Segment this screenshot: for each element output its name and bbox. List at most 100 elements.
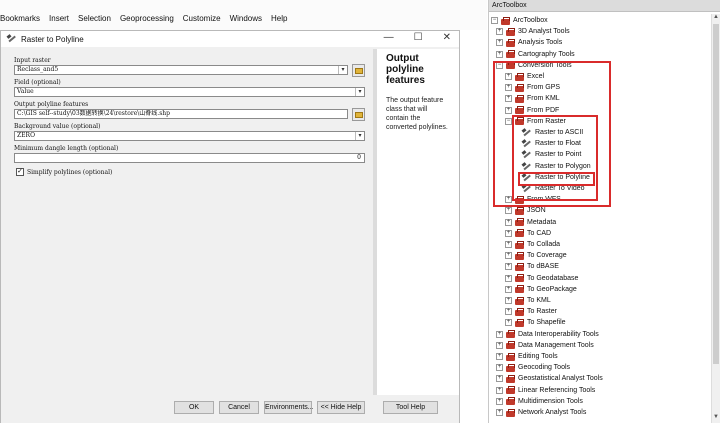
expand-icon[interactable]: + [505,229,512,237]
menu-bookmarks[interactable]: Bookmarks [0,14,40,23]
tree-item-to-cad[interactable]: + To CAD [505,228,551,239]
tree-item-to-kml[interactable]: + To KML [505,295,551,306]
tree-item-linear-referencing-tools[interactable]: + Linear Referencing Tools [496,385,595,396]
expand-icon[interactable]: + [505,274,512,282]
tree-item-to-collada[interactable]: + To Collada [505,239,560,250]
hide-help-button[interactable]: << Hide Help [317,401,365,414]
output-path-input[interactable]: C:\GIS self--study\03数据转换\24\restore\山脊线… [14,109,348,119]
tree-item-editing-tools[interactable]: + Editing Tools [496,351,558,362]
dangle-label: Minimum dangle length (optional) [14,145,119,152]
tree-item-geocoding-tools[interactable]: + Geocoding Tools [496,362,570,373]
close-button[interactable]: ✕ [443,32,451,43]
menu-customize[interactable]: Customize [183,14,221,23]
toolbox-icon [506,386,515,395]
tree-item-label: Linear Referencing Tools [518,386,596,394]
environments-button[interactable]: Environments... [264,401,314,414]
collapse-icon[interactable]: − [491,17,498,24]
tree-item-data-management-tools[interactable]: + Data Management Tools [496,340,594,351]
scroll-down-icon[interactable]: ▼ [712,414,720,423]
help-pane: Output polyline features The output feat… [377,49,459,395]
field-label: Field (optional) [14,79,61,86]
chevron-down-icon[interactable]: ▾ [355,88,364,96]
minimize-button[interactable]: — [384,32,394,43]
tree-item-data-interoperability-tools[interactable]: + Data Interoperability Tools [496,329,599,340]
chevron-down-icon[interactable]: ▾ [355,132,364,140]
chevron-down-icon[interactable]: ▾ [338,66,347,74]
toolbox-icon [515,240,524,249]
tree-item-json[interactable]: + JSON [505,205,546,216]
expand-icon[interactable]: + [496,28,503,36]
tree-item-geostatistical-analyst-tools[interactable]: + Geostatistical Analyst Tools [496,373,603,384]
expand-icon[interactable]: + [496,409,503,416]
toolbox-icon [515,206,524,215]
input-raster-label: Input raster [14,57,51,64]
expand-icon[interactable]: + [505,285,512,293]
tree-item-arctoolbox[interactable]: − ArcToolbox [491,15,548,26]
browse-output-button[interactable] [352,108,365,121]
tree-item-cartography-tools[interactable]: + Cartography Tools [496,49,575,60]
input-raster-value: Reclass_and5 [17,66,59,73]
expand-icon[interactable]: + [496,364,503,372]
tree-item-label: JSON [527,207,546,215]
expand-icon[interactable]: + [496,39,503,47]
cancel-button[interactable]: Cancel [219,401,259,414]
expand-icon[interactable]: + [505,263,512,271]
tree-item-multidimension-tools[interactable]: + Multidimension Tools [496,396,583,407]
expand-icon[interactable]: + [496,353,503,360]
tree-item-label: To GeoPackage [527,285,577,293]
toolbox-scrollbar[interactable]: ▲ ▼ [711,14,720,423]
scroll-up-icon[interactable]: ▲ [712,14,720,23]
ok-button[interactable]: OK [174,401,214,414]
toolbox-icon [506,27,515,36]
tree-item-to-coverage[interactable]: + To Coverage [505,250,567,261]
tree-item-label: Editing Tools [518,353,558,360]
tree-item-label: 3D Analyst Tools [518,28,570,36]
dangle-input[interactable]: 0 [14,153,365,163]
tree-item-label: To KML [527,297,551,304]
menu-windows[interactable]: Windows [230,14,262,23]
tree-item-to-shapefile[interactable]: + To Shapefile [505,317,566,328]
tree-item-network-analyst-tools[interactable]: + Network Analyst Tools [496,407,586,418]
browse-input-button[interactable] [352,64,365,77]
expand-icon[interactable]: + [505,207,512,215]
tree-item-analysis-tools[interactable]: + Analysis Tools [496,37,562,48]
tree-item-label: To Collada [527,241,561,248]
expand-icon[interactable]: + [505,308,512,316]
tree-item-to-geopackage[interactable]: + To GeoPackage [505,284,577,295]
tree-item-label: To Shapefile [527,319,566,327]
expand-icon[interactable]: + [496,375,503,383]
field-dropdown[interactable]: Value ▾ [14,87,365,97]
menu-geoprocessing[interactable]: Geoprocessing [120,14,174,23]
expand-icon[interactable]: + [505,241,512,248]
tree-item-to-raster[interactable]: + To Raster [505,306,557,317]
menu-help[interactable]: Help [271,14,287,23]
menu-insert[interactable]: Insert [49,14,69,23]
tree-item-to-geodatabase[interactable]: + To Geodatabase [505,273,578,284]
dialog-titlebar[interactable]: Raster to Polyline — ☐ ✕ [1,31,459,47]
expand-icon[interactable]: + [496,397,503,405]
maximize-button[interactable]: ☐ [414,32,423,43]
dialog-button-bar: OK Cancel Environments... << Hide Help T… [1,395,459,423]
toolbox-icon [506,397,515,406]
simplify-checkbox[interactable]: ✓ [16,168,24,176]
tool-help-button[interactable]: Tool Help [383,401,438,414]
expand-icon[interactable]: + [505,297,512,304]
tree-item-3d-analyst-tools[interactable]: +3D Analyst Tools [496,26,570,37]
tree-item-metadata[interactable]: + Metadata [505,217,556,228]
toolbox-icon [501,16,510,25]
expand-icon[interactable]: + [505,218,512,226]
scroll-thumb[interactable] [713,24,719,364]
expand-icon[interactable]: + [505,319,512,327]
tree-item-to-dbase[interactable]: + To dBASE [505,261,559,272]
tree-item-label: Multidimension Tools [518,397,583,405]
expand-icon[interactable]: + [496,50,503,58]
menu-selection[interactable]: Selection [78,14,111,23]
expand-icon[interactable]: + [505,252,512,260]
tree-item-label: To dBASE [527,263,559,271]
input-raster-dropdown[interactable]: Reclass_and5 ▾ [14,65,348,75]
expand-icon[interactable]: + [496,341,503,349]
background-dropdown[interactable]: ZERO ▾ [14,131,365,141]
tree-item-label: Data Management Tools [518,341,594,349]
expand-icon[interactable]: + [496,386,503,394]
expand-icon[interactable]: + [496,330,503,338]
